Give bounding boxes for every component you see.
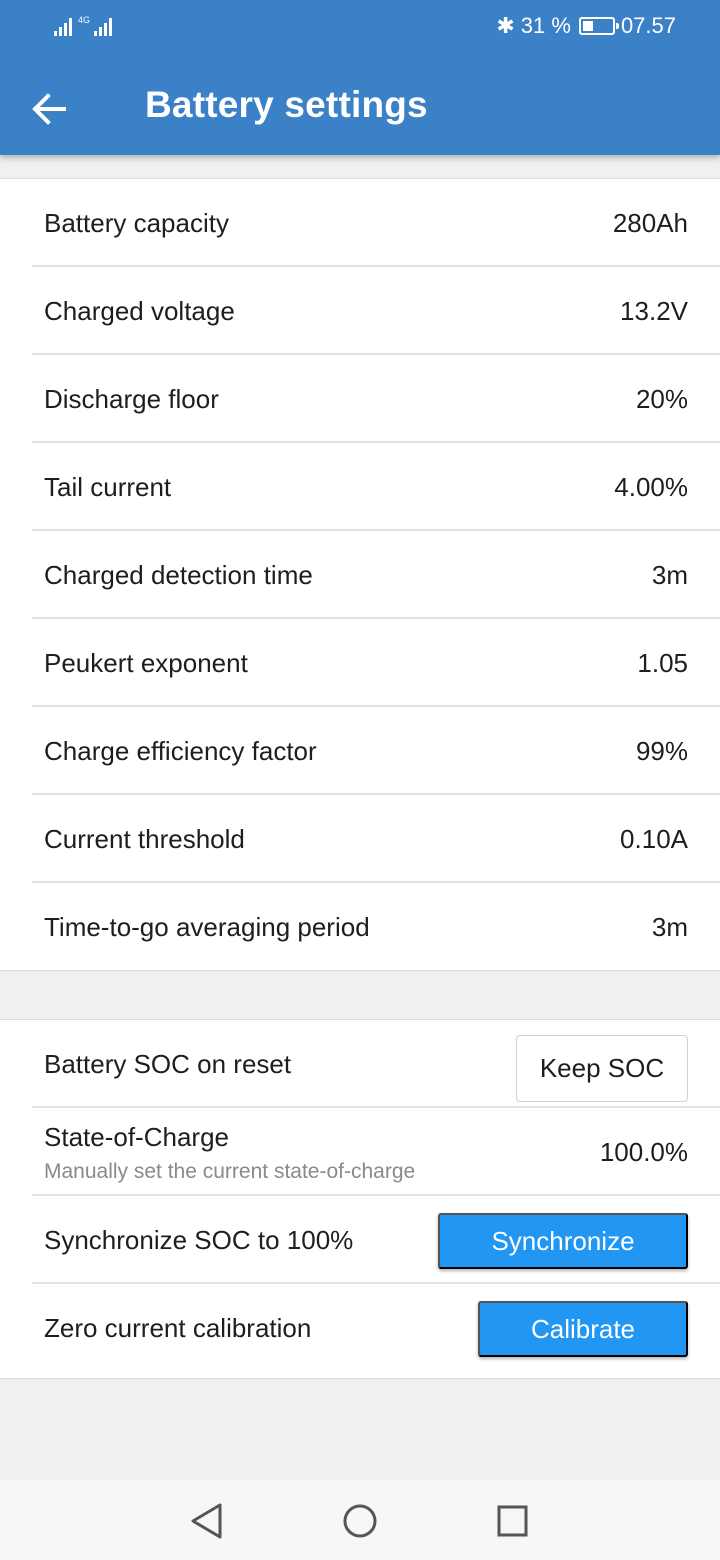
- setting-value: 13.2V: [620, 296, 688, 326]
- setting-label: Time-to-go averaging period: [44, 912, 370, 942]
- keep-soc-button[interactable]: Keep SOC: [516, 1035, 688, 1102]
- setting-row-state-of-charge[interactable]: State-of-Charge Manually set the current…: [32, 1108, 720, 1196]
- setting-value: 1.05: [637, 648, 688, 678]
- setting-value: 3m: [651, 560, 688, 590]
- signal-indicators: 4G: [54, 12, 113, 36]
- setting-row-tail-current[interactable]: Tail current 4.00%: [32, 443, 720, 531]
- setting-row-synchronize-soc: Synchronize SOC to 100% Synchronize: [32, 1196, 720, 1284]
- setting-sublabel: Manually set the current state-of-charge: [44, 1160, 416, 1183]
- status-right: ✱ 31 % 07.57: [496, 13, 676, 39]
- setting-label: Discharge floor: [44, 384, 219, 414]
- battery-parameters-card: Battery capacity 280Ah Charged voltage 1…: [0, 178, 720, 971]
- setting-label: Current threshold: [44, 824, 245, 854]
- setting-value: 99%: [635, 736, 688, 766]
- nav-back-button[interactable]: [166, 1480, 246, 1560]
- setting-row-soc-on-reset: Battery SOC on reset Keep SOC: [32, 1020, 720, 1108]
- calibrate-button[interactable]: Calibrate: [478, 1301, 688, 1357]
- setting-label: Battery SOC on reset: [44, 1049, 292, 1079]
- signal-strength-icon: [54, 16, 72, 36]
- setting-row-battery-capacity[interactable]: Battery capacity 280Ah: [32, 179, 720, 267]
- setting-label: Battery capacity: [44, 208, 229, 238]
- setting-label: Peukert exponent: [44, 648, 248, 678]
- soc-actions-card: Battery SOC on reset Keep SOC State-of-C…: [0, 1019, 720, 1379]
- setting-label: Zero current calibration: [44, 1313, 312, 1343]
- setting-value: 3m: [651, 912, 688, 942]
- app-bar: 4G ✱ 31 % 07.57 Battery settings: [0, 0, 720, 155]
- setting-label: Charged detection time: [44, 560, 313, 590]
- setting-label: Tail current: [44, 472, 172, 502]
- back-button[interactable]: [30, 89, 70, 129]
- setting-value: 280Ah: [612, 208, 688, 238]
- bluetooth-icon: ✱: [496, 13, 515, 38]
- square-recents-icon: [497, 1505, 528, 1537]
- setting-value: 20%: [635, 384, 688, 414]
- status-bar: 4G ✱ 31 % 07.57: [0, 10, 720, 42]
- nav-home-button[interactable]: [320, 1480, 400, 1560]
- setting-value: 100.0%: [599, 1137, 688, 1167]
- setting-row-time-to-go-averaging-period[interactable]: Time-to-go averaging period 3m: [32, 883, 720, 971]
- setting-value: 0.10A: [620, 824, 688, 854]
- battery-percent: 31 %: [520, 13, 571, 38]
- setting-row-peukert-exponent[interactable]: Peukert exponent 1.05: [32, 619, 720, 707]
- setting-label: Charged voltage: [44, 296, 235, 326]
- synchronize-button[interactable]: Synchronize: [438, 1213, 688, 1269]
- setting-row-charged-detection-time[interactable]: Charged detection time 3m: [32, 531, 720, 619]
- page-title: Battery settings: [145, 84, 428, 125]
- battery-icon: [578, 17, 619, 35]
- nav-recents-button[interactable]: [472, 1480, 552, 1560]
- setting-row-current-threshold[interactable]: Current threshold 0.10A: [32, 795, 720, 883]
- setting-row-charged-voltage[interactable]: Charged voltage 13.2V: [32, 267, 720, 355]
- setting-label: Synchronize SOC to 100%: [44, 1225, 354, 1255]
- triangle-back-icon: [191, 1503, 222, 1539]
- system-nav-bar: [0, 1480, 720, 1560]
- setting-row-zero-current-calibration: Zero current calibration Calibrate: [32, 1284, 720, 1372]
- signal-strength-2-icon: [94, 16, 113, 36]
- circle-home-icon: [343, 1504, 377, 1538]
- network-type-label: 4G: [78, 15, 91, 25]
- setting-label: Charge efficiency factor: [44, 736, 317, 766]
- setting-value: 4.00%: [614, 472, 688, 502]
- setting-row-charge-efficiency-factor[interactable]: Charge efficiency factor 99%: [32, 707, 720, 795]
- setting-label: State-of-Charge: [44, 1122, 229, 1152]
- arrow-left-icon: [32, 93, 66, 125]
- clock: 07.57: [620, 13, 676, 38]
- setting-row-discharge-floor[interactable]: Discharge floor 20%: [32, 355, 720, 443]
